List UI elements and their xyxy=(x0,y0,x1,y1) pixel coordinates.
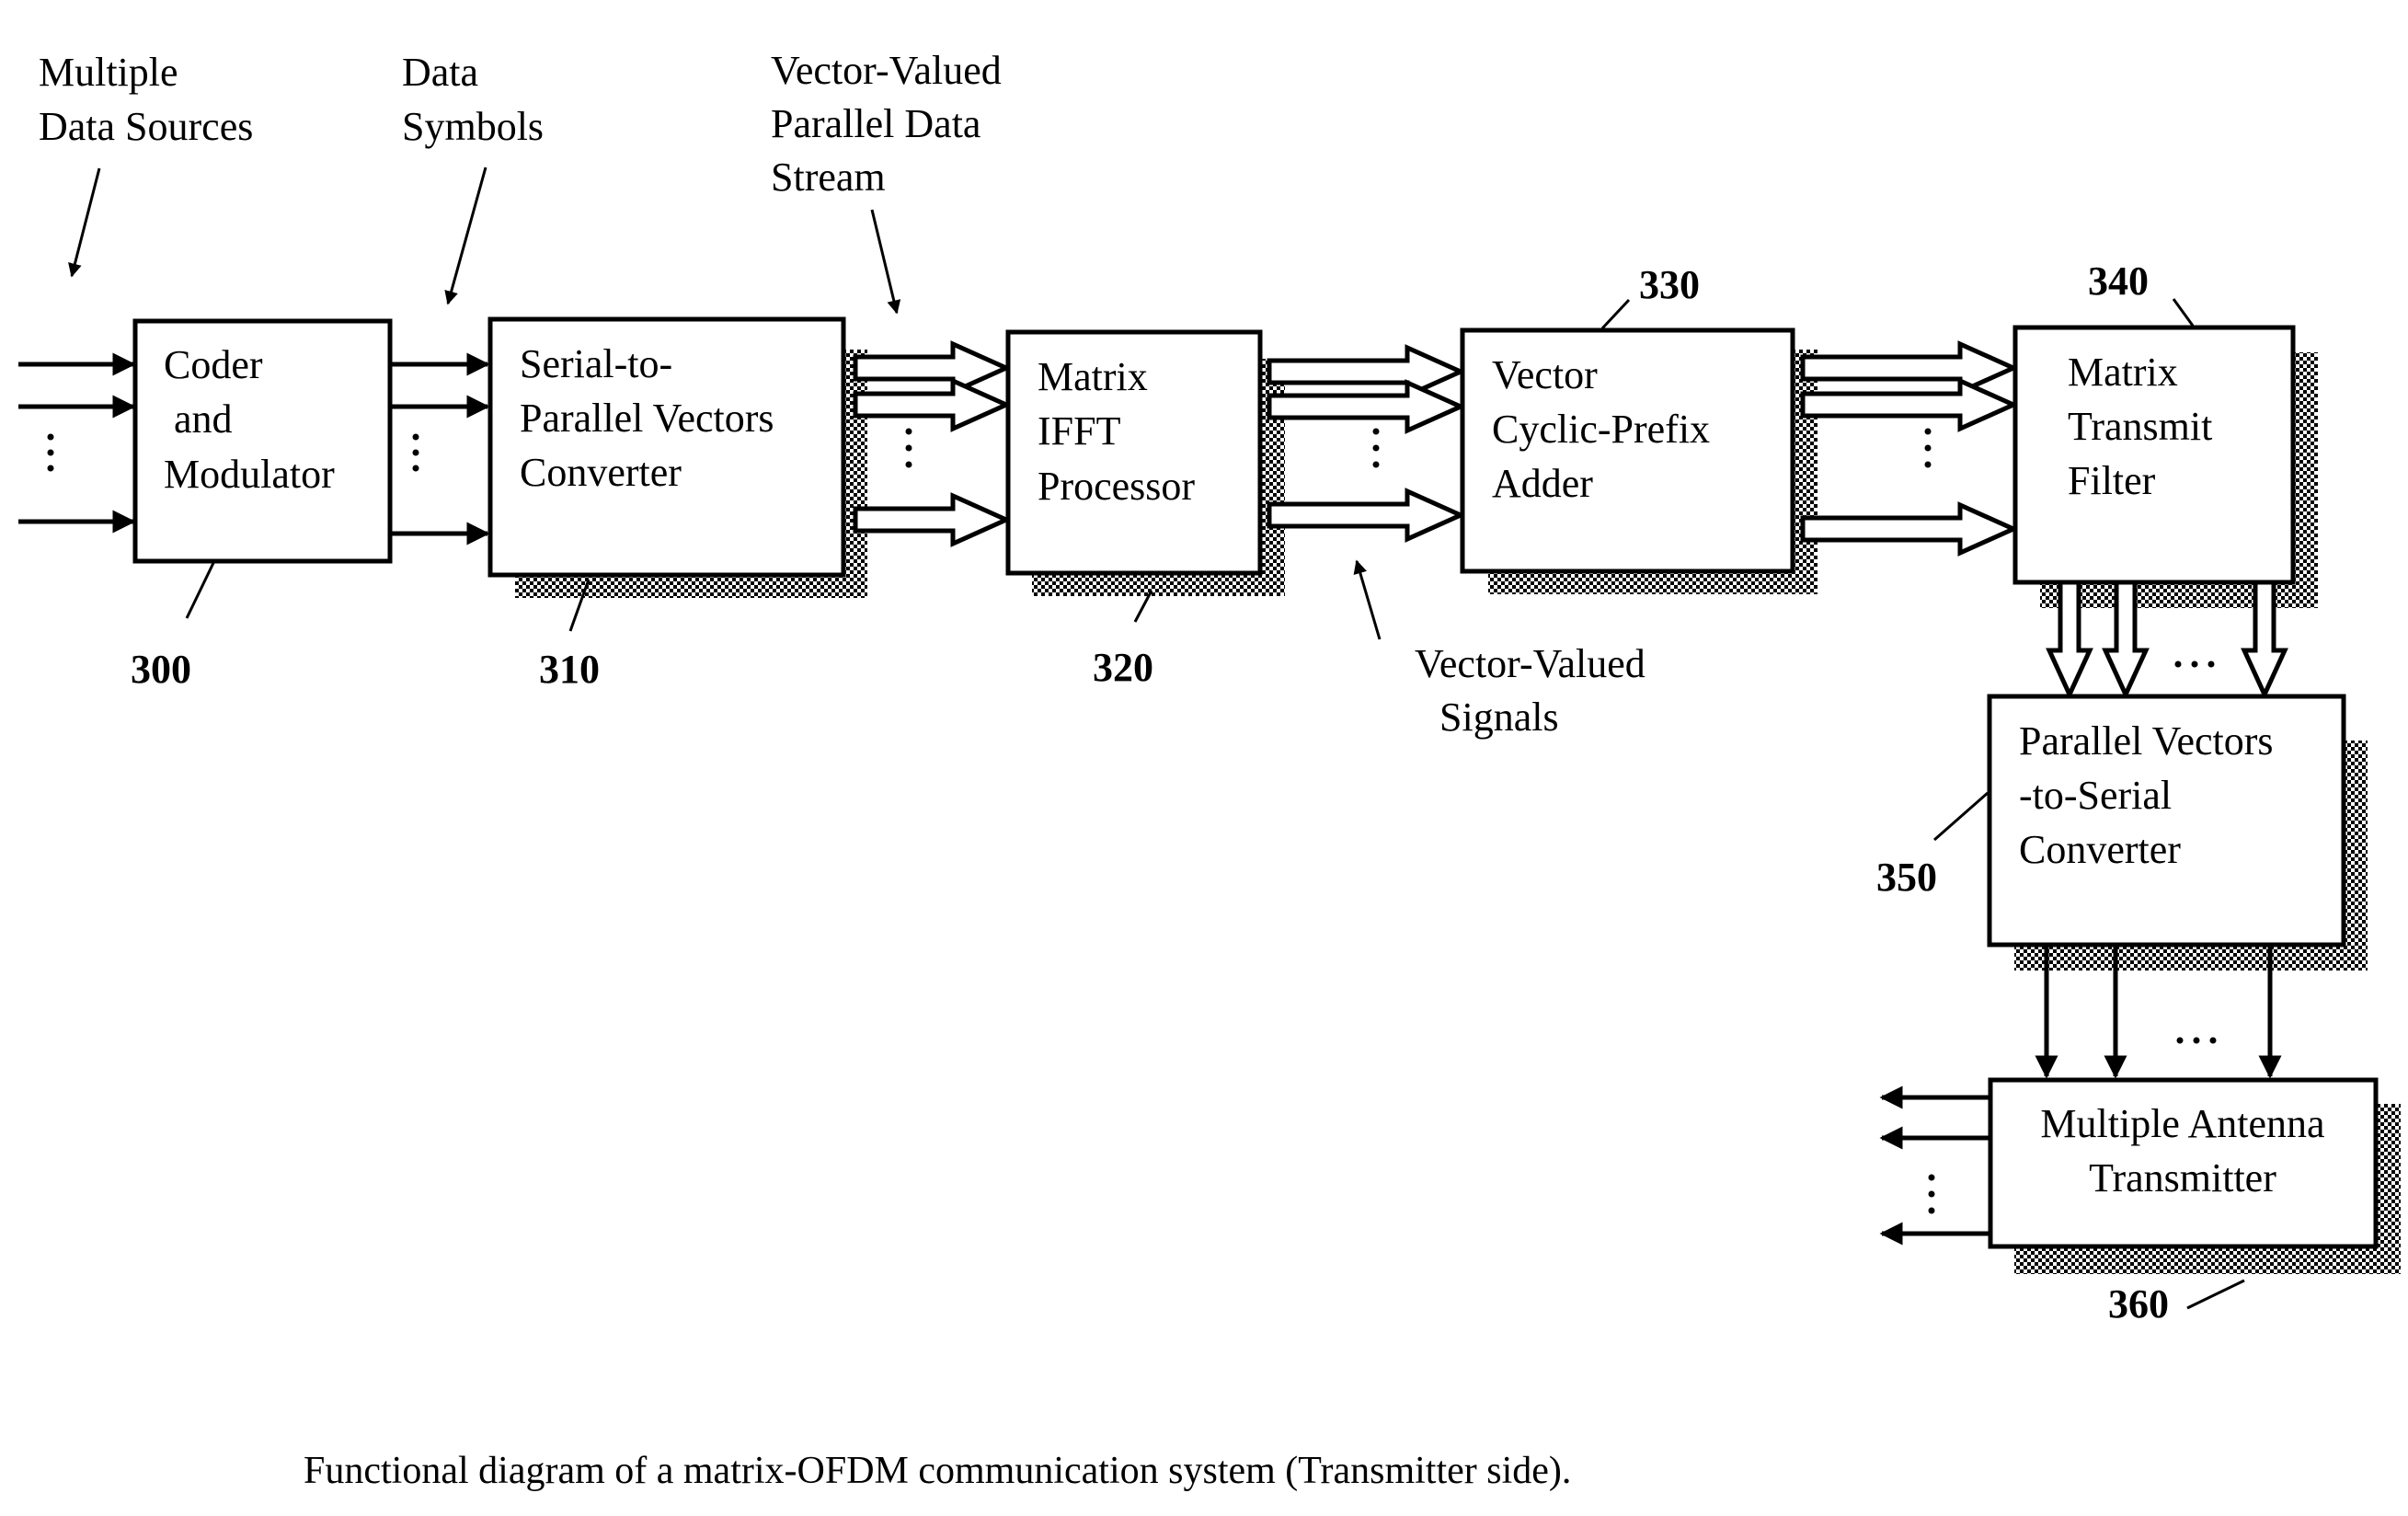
vector-arrow xyxy=(1267,379,1467,434)
pointer-arrow xyxy=(68,167,101,278)
annotation-line: Stream xyxy=(771,155,886,200)
output-arrows xyxy=(1879,1085,1990,1246)
block-coder-modulator[interactable]: Coder and Modulator xyxy=(132,318,393,564)
block-label: Processor xyxy=(1038,464,1195,509)
block-label: Cyclic-Prefix xyxy=(1492,407,1710,452)
input-arrows xyxy=(18,352,136,534)
annotation-data-symbols: Data Symbols xyxy=(402,50,544,305)
ref-number: 350 xyxy=(1876,855,1937,900)
ellipsis-dot xyxy=(1924,461,1932,468)
annotation-line: Vector-Valued xyxy=(771,48,1002,93)
figure-caption: Functional diagram of a matrix-OFDM comm… xyxy=(304,1450,1571,1492)
vector-arrow xyxy=(853,492,1013,547)
pointer-arrow xyxy=(1353,559,1382,640)
ref-leader xyxy=(1600,298,1631,330)
vector-arrow xyxy=(1267,344,1467,399)
ref-number: 360 xyxy=(2108,1281,2169,1326)
block-label: IFFT xyxy=(1038,408,1121,454)
ellipsis-dot xyxy=(1372,428,1380,435)
vector-arrow xyxy=(1800,501,2020,557)
ellipsis-dot xyxy=(1372,444,1380,452)
ref-number: 320 xyxy=(1093,645,1153,690)
block-multiple-antenna-transmitter[interactable]: Multiple Antenna Transmitter xyxy=(1988,1077,2379,1249)
block-label: Parallel Vectors xyxy=(520,396,774,441)
block-matrix-transmit-filter[interactable]: Matrix Transmit Filter xyxy=(2012,325,2296,585)
ellipsis-dot xyxy=(905,461,912,468)
vector-arrows-330-to-340 xyxy=(1800,340,2020,557)
ofdm-transmitter-diagram: Multiple Data Sources Data Symbols Vecto… xyxy=(18,48,2401,1492)
ellipsis-dot xyxy=(2174,660,2182,668)
pointer-arrow xyxy=(444,167,487,305)
ellipsis-dot xyxy=(905,444,912,452)
block-label: Multiple Antenna xyxy=(2040,1101,2324,1146)
ref-number: 310 xyxy=(539,647,600,692)
annotation-line: Multiple xyxy=(39,50,178,95)
ref-leader xyxy=(1933,791,1989,842)
ref-number: 300 xyxy=(131,647,191,692)
vector-arrow xyxy=(1800,340,2020,396)
annotation-line: Data xyxy=(402,50,478,95)
annotation-multiple-data-sources: Multiple Data Sources xyxy=(39,50,253,278)
block-parallel-to-serial[interactable]: Parallel Vectors -to-Serial Converter xyxy=(1987,694,2346,948)
vector-arrow xyxy=(1800,377,2020,432)
vector-arrows-310-to-320 xyxy=(853,340,1013,547)
block-cyclic-prefix-adder[interactable]: Vector Cyclic-Prefix Adder xyxy=(1460,327,1795,574)
block-label: Modulator xyxy=(164,452,335,497)
ellipsis-dot xyxy=(2191,660,2198,668)
annotation-vector-valued-stream: Vector-Valued Parallel Data Stream xyxy=(771,48,1002,315)
annotation-line: Symbols xyxy=(402,104,544,149)
annotation-line: Signals xyxy=(1439,695,1559,740)
vector-arrow xyxy=(853,340,1013,396)
ref-leader xyxy=(185,562,215,619)
block-label: Converter xyxy=(520,450,682,495)
ellipsis-dot xyxy=(2207,660,2215,668)
block-label: Matrix xyxy=(2068,350,2178,395)
ellipsis-dot xyxy=(1924,444,1932,452)
block-serial-to-parallel[interactable]: Serial-to- Parallel Vectors Converter xyxy=(487,316,846,578)
annotation-line: Vector-Valued xyxy=(1415,641,1645,686)
vector-arrow xyxy=(1267,488,1467,543)
annotation-line: Parallel Data xyxy=(771,101,980,146)
block-label: Converter xyxy=(2019,827,2181,872)
block-label: Vector xyxy=(1492,352,1598,397)
vector-arrows-320-to-330 xyxy=(1267,344,1467,543)
vector-arrow xyxy=(853,377,1013,432)
block-label: Transmitter xyxy=(2089,1155,2276,1200)
ref-leader xyxy=(2186,1279,2245,1310)
ref-number: 330 xyxy=(1639,262,1700,307)
annotation-line: Data Sources xyxy=(39,104,253,149)
block-label: Coder xyxy=(164,342,263,387)
block-label: Matrix xyxy=(1038,354,1148,399)
block-label: Parallel Vectors xyxy=(2019,718,2274,764)
ellipsis-dot xyxy=(1372,461,1380,468)
block-label: Adder xyxy=(1492,461,1593,506)
block-label: -to-Serial xyxy=(2019,773,2172,818)
block-matrix-ifft[interactable]: Matrix IFFT Processor xyxy=(1005,329,1263,576)
ellipsis-dot xyxy=(1924,428,1932,435)
block-label: Filter xyxy=(2068,458,2156,503)
block-label: Serial-to- xyxy=(520,341,672,386)
ref-number: 340 xyxy=(2088,258,2149,304)
block-label: and xyxy=(164,396,233,442)
block-label: Transmit xyxy=(2068,404,2212,449)
ellipsis-dot xyxy=(905,428,912,435)
arrows-300-to-310 xyxy=(390,352,490,546)
ref-leader xyxy=(2172,298,2195,327)
pointer-arrow xyxy=(870,209,901,315)
